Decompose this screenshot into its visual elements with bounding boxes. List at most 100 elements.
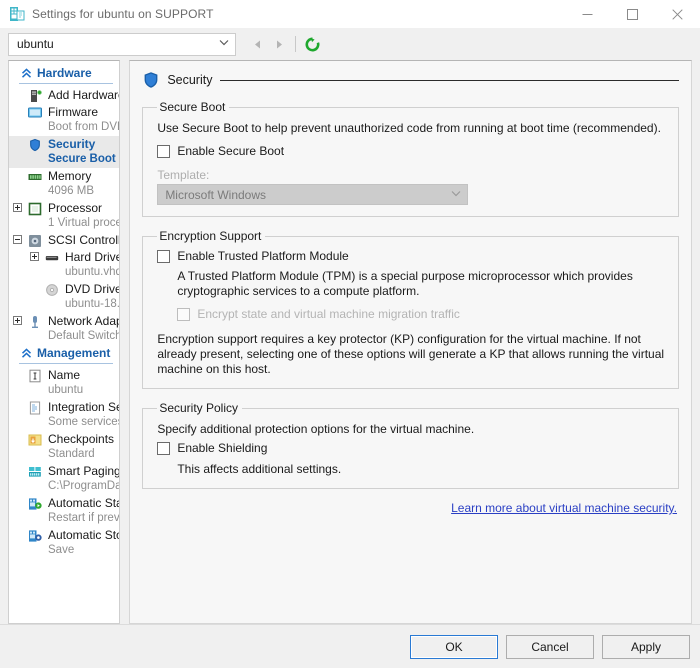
sidebar-item-label: SCSI Controller (48, 233, 119, 247)
sidebar-item-name[interactable]: Name ubuntu (9, 367, 119, 399)
enable-secure-boot-checkbox[interactable] (157, 145, 171, 158)
chevron-down-icon (219, 39, 229, 49)
hard-drive-icon (43, 250, 61, 265)
refresh-icon[interactable] (301, 33, 323, 55)
dialog-footer: OK Cancel Apply (0, 624, 700, 668)
tree-expander[interactable] (9, 233, 26, 244)
sidebar-item-sublabel: Standard (48, 448, 95, 460)
integration-services-icon (26, 400, 44, 415)
cancel-button[interactable]: Cancel (506, 634, 594, 659)
sidebar-item-security[interactable]: Security Secure Boot disabled (9, 136, 120, 168)
tree-expander (9, 88, 26, 90)
sidebar-item-label: Name (48, 368, 81, 382)
chevron-double-up-icon (19, 347, 33, 359)
tree-expander (9, 169, 26, 171)
sidebar-item-label: Security (48, 137, 96, 151)
sidebar-item-sublabel: Secure Boot disabled (48, 153, 119, 165)
minimize-icon[interactable] (565, 0, 610, 28)
sidebar-item-hard-drive[interactable]: Hard Drive ubuntu.vhdx (9, 249, 119, 281)
encryption-support-group: Encryption Support Enable Trusted Platfo… (142, 229, 679, 389)
sidebar-item-label: Network Adapter (48, 314, 119, 328)
sidebar-item-label: DVD Drive (65, 282, 121, 296)
memory-icon (26, 169, 44, 184)
tree-group-header-hardware[interactable]: Hardware (9, 65, 119, 82)
window-title: Settings for ubuntu on SUPPORT (32, 7, 214, 21)
enable-tpm-row[interactable]: Enable Trusted Platform Module (157, 249, 666, 264)
template-select: Microsoft Windows (157, 184, 469, 205)
tree-group-label: Management (37, 346, 111, 360)
panel-header: Security (142, 71, 679, 89)
encrypt-state-row: Encrypt state and virtual machine migrat… (177, 307, 666, 322)
panel-header-rule (220, 79, 679, 81)
ok-button[interactable]: OK (410, 634, 498, 659)
chevron-down-icon (451, 189, 461, 200)
enable-tpm-label: Enable Trusted Platform Module (177, 249, 349, 263)
panel-title: Security (167, 73, 213, 87)
shield-icon (26, 137, 44, 152)
sidebar-item-sublabel: ubuntu-18.04.1-desktop-amd6… (65, 298, 120, 310)
enable-shielding-label: Enable Shielding (177, 441, 268, 455)
enable-shielding-checkbox[interactable] (157, 442, 171, 455)
sidebar-item-scsi-controller[interactable]: SCSI Controller (9, 232, 119, 249)
tree-expander (9, 496, 26, 498)
sidebar-item-sublabel: Boot from DVD Drive (48, 121, 119, 133)
sidebar-item-sublabel: 4096 MB (48, 185, 95, 197)
sidebar-item-processor[interactable]: Processor 1 Virtual processor (9, 200, 119, 232)
nav-group (246, 33, 323, 55)
sidebar-item-sublabel: 1 Virtual processor (48, 217, 119, 229)
sidebar-item-sublabel: Some services offered (48, 416, 120, 428)
tree-expander[interactable] (9, 201, 26, 212)
toolbar: ubuntu (0, 28, 700, 60)
smart-paging-icon (26, 464, 44, 479)
settings-tree[interactable]: Hardware Add Hardware Firmware Boot from DV… (8, 60, 121, 624)
sidebar-item-sublabel: Default Switch (48, 330, 120, 342)
sidebar-item-label: Integration Services (48, 400, 119, 414)
dvd-drive-icon (43, 282, 61, 297)
security-policy-description: Specify additional protection options fo… (157, 422, 475, 436)
settings-vm-icon (9, 6, 25, 22)
auto-start-icon (26, 496, 44, 511)
auto-stop-icon (26, 528, 44, 543)
apply-button[interactable]: Apply (602, 634, 690, 659)
tree-expander[interactable] (9, 314, 26, 325)
sidebar-item-integration-services[interactable]: Integration Services Some services offere… (9, 399, 119, 431)
secure-boot-group: Secure Boot Use Secure Boot to help prev… (142, 100, 679, 217)
encryption-legend: Encryption Support (159, 229, 262, 243)
enable-secure-boot-row[interactable]: Enable Secure Boot (157, 144, 666, 159)
sidebar-item-label: Memory (48, 169, 92, 183)
scsi-controller-icon (26, 233, 44, 248)
sidebar-item-memory[interactable]: Memory 4096 MB (9, 168, 119, 200)
sidebar-item-add-hardware[interactable]: Add Hardware (9, 87, 119, 104)
forward-arrow-icon[interactable] (268, 33, 290, 55)
tree-expander[interactable] (26, 250, 43, 261)
security-policy-legend: Security Policy (159, 401, 239, 415)
sidebar-item-automatic-stop-action[interactable]: Automatic Stop Action Save (9, 527, 119, 559)
tree-group-rule (19, 83, 114, 84)
sidebar-item-checkpoints[interactable]: Checkpoints Standard (9, 431, 119, 463)
back-arrow-icon[interactable] (246, 33, 268, 55)
sidebar-item-firmware[interactable]: Firmware Boot from DVD Drive (9, 104, 119, 136)
template-value: Microsoft Windows (165, 187, 266, 202)
sidebar-item-sublabel: Restart if previously running (48, 512, 120, 524)
vm-selector-value: ubuntu (17, 37, 54, 51)
sidebar-item-sublabel: ubuntu (48, 384, 84, 396)
title-bar: Settings for ubuntu on SUPPORT (0, 0, 700, 28)
network-adapter-icon (26, 314, 44, 329)
sidebar-item-network-adapter[interactable]: Network Adapter Default Switch (9, 313, 119, 345)
sidebar-item-automatic-start-action[interactable]: Automatic Start Action Restart if previou… (9, 495, 119, 527)
sidebar-item-sublabel: C:\ProgramData\Microsoft\Windo… (48, 480, 119, 492)
vm-selector[interactable]: ubuntu (8, 32, 236, 56)
chevron-double-up-icon (19, 67, 33, 79)
tree-group-header-management[interactable]: Management (9, 345, 119, 362)
enable-tpm-checkbox[interactable] (157, 250, 171, 263)
tree-expander (9, 105, 26, 107)
enable-shielding-row[interactable]: Enable Shielding (157, 441, 666, 456)
sidebar-item-dvd-drive[interactable]: DVD Drive ubuntu-18.04.1-desktop-amd6… (9, 281, 119, 313)
maximize-icon[interactable] (610, 0, 655, 28)
learn-more-link[interactable]: Learn more about virtual machine securit… (451, 501, 677, 515)
sidebar-item-label: Firmware (48, 105, 98, 119)
sidebar-item-smart-paging-file-location[interactable]: Smart Paging File Location C:\ProgramData… (9, 463, 119, 495)
tree-expander (26, 282, 43, 284)
close-icon[interactable] (655, 0, 700, 28)
sidebar-item-label: Automatic Start Action (48, 496, 119, 510)
